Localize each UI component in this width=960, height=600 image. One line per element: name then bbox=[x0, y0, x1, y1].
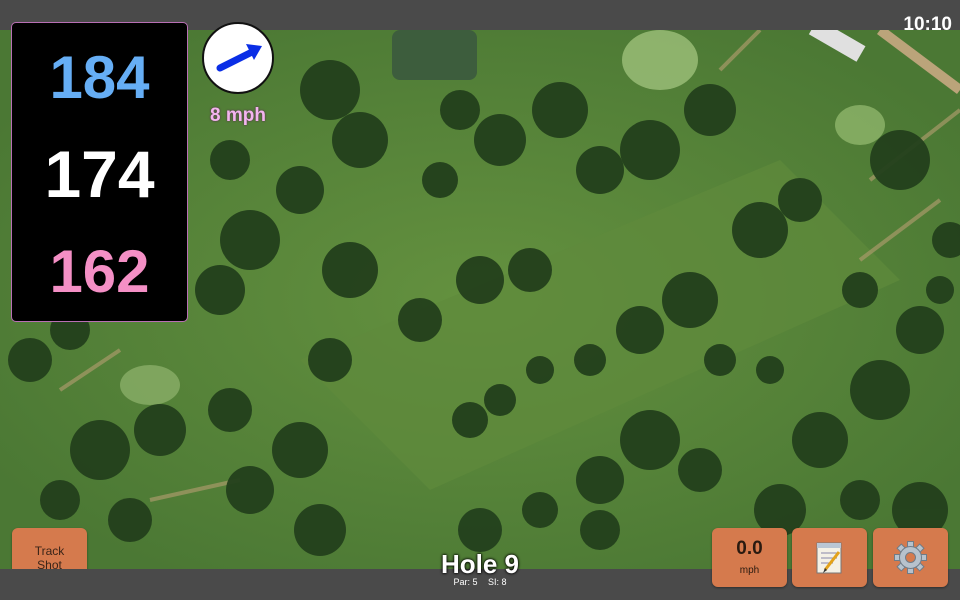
hole-info: Par: 5 SI: 8 bbox=[400, 577, 560, 587]
speed-unit: mph bbox=[739, 565, 760, 576]
wind-indicator[interactable] bbox=[202, 22, 274, 94]
notepad-icon bbox=[816, 542, 842, 574]
back-distance: 184 bbox=[49, 44, 150, 111]
distance-panel: 184 174 162 bbox=[11, 22, 188, 322]
speed-button[interactable]: 0.0 mph bbox=[712, 528, 787, 587]
track-shot-label-line1: Track bbox=[34, 544, 65, 558]
hole-title[interactable]: Hole 9 bbox=[400, 549, 560, 580]
gear-icon bbox=[894, 541, 927, 574]
wind-arrow-icon bbox=[216, 44, 262, 72]
settings-button[interactable] bbox=[873, 528, 948, 587]
center-distance: 174 bbox=[44, 137, 155, 211]
hole-par: Par: 5 bbox=[453, 577, 478, 587]
notes-button[interactable] bbox=[792, 528, 867, 587]
front-distance: 162 bbox=[49, 238, 150, 305]
hole-si: SI: 8 bbox=[488, 577, 507, 587]
wind-speed-label: 8 mph bbox=[210, 105, 266, 126]
speed-value: 0.0 bbox=[736, 538, 763, 559]
